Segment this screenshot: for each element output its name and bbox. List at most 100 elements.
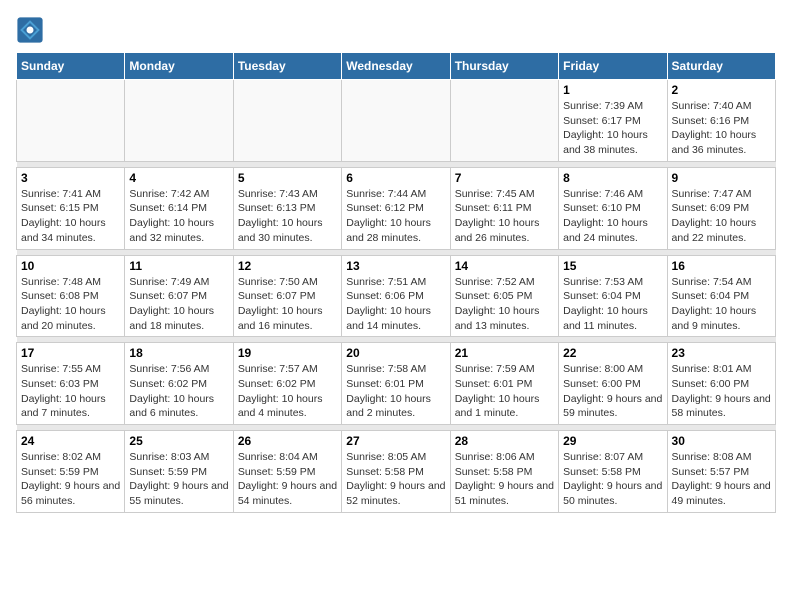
calendar-cell: 10 Sunrise: 7:48 AM Sunset: 6:08 PM Dayli… (17, 255, 125, 337)
calendar-header-row: SundayMondayTuesdayWednesdayThursdayFrid… (17, 53, 776, 80)
day-number: 20 (346, 346, 445, 360)
calendar-cell: 7 Sunrise: 7:45 AM Sunset: 6:11 PM Daylig… (450, 167, 558, 249)
day-info: Sunrise: 7:58 AM Sunset: 6:01 PM Dayligh… (346, 362, 445, 421)
calendar-week-5: 24 Sunrise: 8:02 AM Sunset: 5:59 PM Dayli… (17, 431, 776, 513)
calendar-cell: 21 Sunrise: 7:59 AM Sunset: 6:01 PM Dayli… (450, 343, 558, 425)
day-info: Sunrise: 8:08 AM Sunset: 5:57 PM Dayligh… (672, 450, 771, 509)
day-info: Sunrise: 8:02 AM Sunset: 5:59 PM Dayligh… (21, 450, 120, 509)
day-info: Sunrise: 7:50 AM Sunset: 6:07 PM Dayligh… (238, 275, 337, 334)
day-number: 16 (672, 259, 771, 273)
calendar-cell (233, 80, 341, 162)
day-number: 4 (129, 171, 228, 185)
day-info: Sunrise: 7:45 AM Sunset: 6:11 PM Dayligh… (455, 187, 554, 246)
day-number: 28 (455, 434, 554, 448)
day-number: 9 (672, 171, 771, 185)
calendar-cell: 4 Sunrise: 7:42 AM Sunset: 6:14 PM Daylig… (125, 167, 233, 249)
day-number: 19 (238, 346, 337, 360)
day-info: Sunrise: 8:05 AM Sunset: 5:58 PM Dayligh… (346, 450, 445, 509)
calendar-cell: 3 Sunrise: 7:41 AM Sunset: 6:15 PM Daylig… (17, 167, 125, 249)
day-number: 24 (21, 434, 120, 448)
day-info: Sunrise: 8:01 AM Sunset: 6:00 PM Dayligh… (672, 362, 771, 421)
day-info: Sunrise: 7:55 AM Sunset: 6:03 PM Dayligh… (21, 362, 120, 421)
column-header-sunday: Sunday (17, 53, 125, 80)
day-info: Sunrise: 8:03 AM Sunset: 5:59 PM Dayligh… (129, 450, 228, 509)
calendar-table: SundayMondayTuesdayWednesdayThursdayFrid… (16, 52, 776, 513)
column-header-wednesday: Wednesday (342, 53, 450, 80)
calendar-cell: 27 Sunrise: 8:05 AM Sunset: 5:58 PM Dayli… (342, 431, 450, 513)
day-number: 25 (129, 434, 228, 448)
logo-icon (16, 16, 44, 44)
calendar-cell: 17 Sunrise: 7:55 AM Sunset: 6:03 PM Dayli… (17, 343, 125, 425)
calendar-cell: 6Sunrise: 7:44 AM Sunset: 6:12 PM Daylig… (342, 167, 450, 249)
day-info: Sunrise: 7:56 AM Sunset: 6:02 PM Dayligh… (129, 362, 228, 421)
calendar-cell: 8 Sunrise: 7:46 AM Sunset: 6:10 PM Daylig… (559, 167, 667, 249)
calendar-cell: 2 Sunrise: 7:40 AM Sunset: 6:16 PM Daylig… (667, 80, 775, 162)
page-header (16, 16, 776, 44)
day-number: 29 (563, 434, 662, 448)
calendar-cell: 20 Sunrise: 7:58 AM Sunset: 6:01 PM Dayli… (342, 343, 450, 425)
calendar-cell (17, 80, 125, 162)
calendar-cell: 29 Sunrise: 8:07 AM Sunset: 5:58 PM Dayli… (559, 431, 667, 513)
calendar-cell: 18 Sunrise: 7:56 AM Sunset: 6:02 PM Dayli… (125, 343, 233, 425)
day-info: Sunrise: 7:48 AM Sunset: 6:08 PM Dayligh… (21, 275, 120, 334)
day-number: 8 (563, 171, 662, 185)
day-info: Sunrise: 8:07 AM Sunset: 5:58 PM Dayligh… (563, 450, 662, 509)
day-number: 18 (129, 346, 228, 360)
calendar-cell: 23 Sunrise: 8:01 AM Sunset: 6:00 PM Dayli… (667, 343, 775, 425)
day-number: 22 (563, 346, 662, 360)
day-number: 23 (672, 346, 771, 360)
calendar-cell: 22 Sunrise: 8:00 AM Sunset: 6:00 PM Dayli… (559, 343, 667, 425)
calendar-cell: 9Sunrise: 7:47 AM Sunset: 6:09 PM Daylig… (667, 167, 775, 249)
day-info: Sunrise: 7:39 AM Sunset: 6:17 PM Dayligh… (563, 99, 662, 158)
calendar-cell (450, 80, 558, 162)
day-number: 2 (672, 83, 771, 97)
calendar-week-1: 1 Sunrise: 7:39 AM Sunset: 6:17 PM Daylig… (17, 80, 776, 162)
logo (16, 16, 48, 44)
day-info: Sunrise: 7:41 AM Sunset: 6:15 PM Dayligh… (21, 187, 120, 246)
column-header-thursday: Thursday (450, 53, 558, 80)
day-info: Sunrise: 7:44 AM Sunset: 6:12 PM Dayligh… (346, 187, 445, 246)
day-info: Sunrise: 7:40 AM Sunset: 6:16 PM Dayligh… (672, 99, 771, 158)
day-info: Sunrise: 7:59 AM Sunset: 6:01 PM Dayligh… (455, 362, 554, 421)
day-number: 26 (238, 434, 337, 448)
day-info: Sunrise: 7:51 AM Sunset: 6:06 PM Dayligh… (346, 275, 445, 334)
day-info: Sunrise: 8:04 AM Sunset: 5:59 PM Dayligh… (238, 450, 337, 509)
day-number: 5 (238, 171, 337, 185)
calendar-cell: 28 Sunrise: 8:06 AM Sunset: 5:58 PM Dayli… (450, 431, 558, 513)
day-info: Sunrise: 8:06 AM Sunset: 5:58 PM Dayligh… (455, 450, 554, 509)
day-info: Sunrise: 7:43 AM Sunset: 6:13 PM Dayligh… (238, 187, 337, 246)
day-number: 1 (563, 83, 662, 97)
calendar-cell: 26 Sunrise: 8:04 AM Sunset: 5:59 PM Dayli… (233, 431, 341, 513)
calendar-cell: 15 Sunrise: 7:53 AM Sunset: 6:04 PM Dayli… (559, 255, 667, 337)
calendar-week-3: 10 Sunrise: 7:48 AM Sunset: 6:08 PM Dayli… (17, 255, 776, 337)
calendar-cell (125, 80, 233, 162)
day-info: Sunrise: 7:54 AM Sunset: 6:04 PM Dayligh… (672, 275, 771, 334)
calendar-cell: 13 Sunrise: 7:51 AM Sunset: 6:06 PM Dayli… (342, 255, 450, 337)
calendar-cell: 5 Sunrise: 7:43 AM Sunset: 6:13 PM Daylig… (233, 167, 341, 249)
day-info: Sunrise: 7:42 AM Sunset: 6:14 PM Dayligh… (129, 187, 228, 246)
day-number: 7 (455, 171, 554, 185)
day-number: 17 (21, 346, 120, 360)
day-number: 15 (563, 259, 662, 273)
calendar-cell: 14 Sunrise: 7:52 AM Sunset: 6:05 PM Dayli… (450, 255, 558, 337)
column-header-friday: Friday (559, 53, 667, 80)
day-info: Sunrise: 7:52 AM Sunset: 6:05 PM Dayligh… (455, 275, 554, 334)
day-info: Sunrise: 7:53 AM Sunset: 6:04 PM Dayligh… (563, 275, 662, 334)
day-number: 11 (129, 259, 228, 273)
day-number: 3 (21, 171, 120, 185)
calendar-cell (342, 80, 450, 162)
day-number: 14 (455, 259, 554, 273)
day-info: Sunrise: 7:57 AM Sunset: 6:02 PM Dayligh… (238, 362, 337, 421)
day-number: 27 (346, 434, 445, 448)
column-header-monday: Monday (125, 53, 233, 80)
day-info: Sunrise: 7:49 AM Sunset: 6:07 PM Dayligh… (129, 275, 228, 334)
calendar-cell: 1 Sunrise: 7:39 AM Sunset: 6:17 PM Daylig… (559, 80, 667, 162)
calendar-cell: 11 Sunrise: 7:49 AM Sunset: 6:07 PM Dayli… (125, 255, 233, 337)
calendar-cell: 19 Sunrise: 7:57 AM Sunset: 6:02 PM Dayli… (233, 343, 341, 425)
day-number: 10 (21, 259, 120, 273)
day-info: Sunrise: 7:46 AM Sunset: 6:10 PM Dayligh… (563, 187, 662, 246)
day-info: Sunrise: 8:00 AM Sunset: 6:00 PM Dayligh… (563, 362, 662, 421)
day-number: 21 (455, 346, 554, 360)
calendar-cell: 30Sunrise: 8:08 AM Sunset: 5:57 PM Dayli… (667, 431, 775, 513)
day-number: 13 (346, 259, 445, 273)
